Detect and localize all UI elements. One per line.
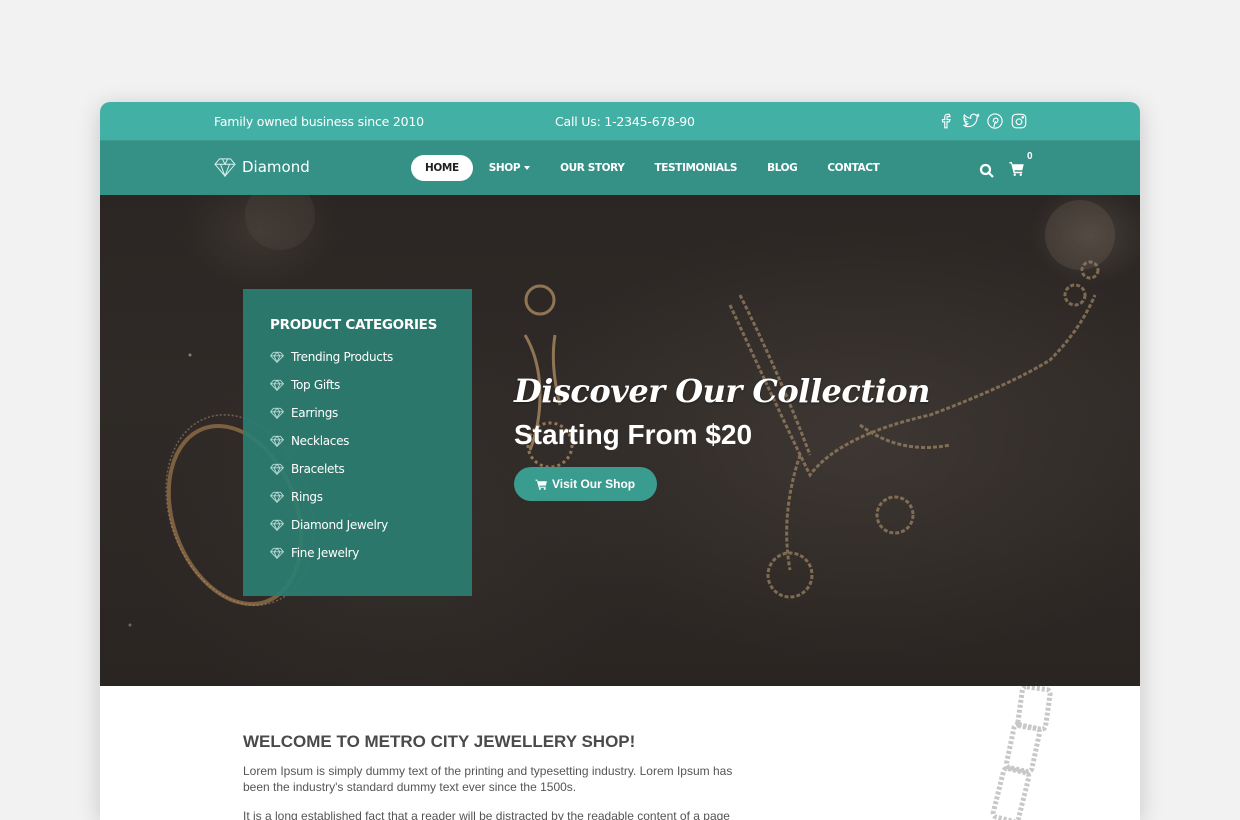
diamond-icon [270,435,284,447]
bracelet-image [990,686,1053,820]
category-label: Diamond Jewelry [291,518,388,532]
nav-shop-label: SHOP [488,162,521,174]
diamond-icon [270,407,284,419]
category-item[interactable]: Trending Products [270,343,472,371]
cart-button[interactable]: 0 [1008,151,1033,182]
hero-banner: PRODUCT CATEGORIES Trending Products Top… [100,195,1140,686]
hero-script-heading: Discover Our Collection [514,372,930,410]
cart-count-badge: 0 [1027,151,1033,162]
phone-number: Call Us: 1-2345-678-90 [555,114,695,129]
diamond-logo-icon [214,158,236,177]
hero-subheading: Starting From $20 [514,419,753,450]
categories-title: PRODUCT CATEGORIES [270,317,438,333]
main-navbar: Diamond HOME SHOP OUR STORY TESTIMONIALS… [100,141,1140,195]
facebook-icon[interactable] [938,111,956,131]
diamond-icon [270,491,284,503]
category-item[interactable]: Earrings [270,399,472,427]
hero-text: Discover Our Collection Starting From $2… [514,375,930,501]
category-item[interactable]: Bracelets [270,455,472,483]
diamond-icon [270,379,284,391]
category-label: Rings [291,490,323,504]
welcome-paragraph: It is a long established fact that a rea… [243,809,730,820]
nav-home[interactable]: HOME [411,155,473,181]
nav-testimonials[interactable]: TESTIMONIALS [640,155,751,181]
diamond-icon [270,351,284,363]
product-categories-panel: PRODUCT CATEGORIES Trending Products Top… [243,289,472,596]
category-label: Trending Products [291,350,393,364]
nav-blog[interactable]: BLOG [753,155,811,181]
social-links [938,111,1028,131]
welcome-title: WELCOME TO METRO CITY JEWELLERY SHOP! [243,732,636,751]
category-label: Earrings [291,406,339,420]
category-label: Fine Jewelry [291,546,360,560]
search-icon[interactable] [978,162,996,180]
category-item[interactable]: Diamond Jewelry [270,511,472,539]
diamond-icon [270,519,284,531]
top-info-bar: Family owned business since 2010 Call Us… [100,102,1140,141]
category-label: Necklaces [291,434,350,448]
category-label: Top Gifts [291,378,340,392]
instagram-icon[interactable] [1010,111,1028,131]
visit-shop-button[interactable]: Visit Our Shop [514,467,658,501]
browser-page: Family owned business since 2010 Call Us… [100,102,1140,820]
site-logo[interactable]: Diamond [214,157,310,177]
welcome-paragraph: Lorem Ipsum is simply dummy text of the … [243,764,733,794]
pinterest-icon[interactable] [986,111,1004,131]
category-item[interactable]: Top Gifts [270,371,472,399]
diamond-icon [270,547,284,559]
cart-icon [1008,159,1026,177]
main-nav: HOME SHOP OUR STORY TESTIMONIALS BLOG CO… [411,155,895,181]
caret-down-icon [524,166,531,170]
nav-shop[interactable]: SHOP [475,155,544,181]
visit-shop-label: Visit Our Shop [552,477,636,491]
nav-contact[interactable]: CONTACT [813,155,893,181]
nav-our-story[interactable]: OUR STORY [546,155,638,181]
cart-icon [535,479,547,490]
twitter-icon[interactable] [962,111,980,131]
diamond-icon [270,463,284,475]
welcome-section: WELCOME TO METRO CITY JEWELLERY SHOP! Lo… [100,686,1140,820]
category-item[interactable]: Rings [270,483,472,511]
logo-text: Diamond [242,158,310,176]
nav-tools: 0 [978,151,1033,182]
category-item[interactable]: Necklaces [270,427,472,455]
category-item[interactable]: Fine Jewelry [270,539,472,567]
category-label: Bracelets [291,462,345,476]
tagline: Family owned business since 2010 [214,114,424,129]
categories-list: Trending Products Top Gifts Earrings Nec… [270,343,472,567]
